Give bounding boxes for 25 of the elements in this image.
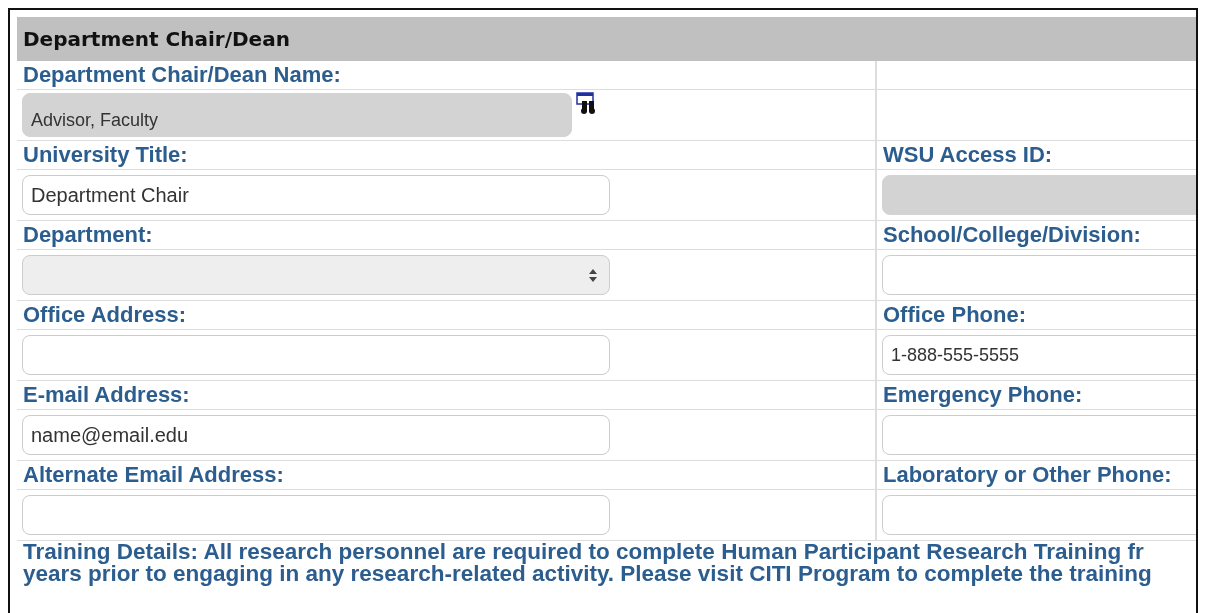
training-note: Training Details: All research personnel are required to complete Human Participant Research Training fr bbox=[23, 541, 1144, 563]
field-label: University Title: bbox=[23, 142, 188, 168]
field-label: Department: bbox=[23, 222, 153, 248]
field-label: Emergency Phone: bbox=[883, 382, 1083, 408]
field-label: Department Chair/Dean Name: bbox=[23, 62, 341, 88]
field-label: Alternate Email Address: bbox=[23, 462, 284, 488]
text-field[interactable] bbox=[882, 495, 1196, 535]
section-header: Department Chair/Dean bbox=[17, 17, 1196, 61]
field-label: Laboratory or Other Phone: bbox=[883, 462, 1172, 488]
training-note: years prior to engaging in any research-related activity. Please visit CITI Program to complete the training bbox=[23, 563, 1152, 585]
field-label: WSU Access ID: bbox=[883, 142, 1053, 168]
field-label: Office Address: bbox=[23, 302, 186, 328]
text-field[interactable] bbox=[882, 255, 1196, 295]
text-field[interactable] bbox=[22, 495, 610, 535]
text-field[interactable] bbox=[22, 335, 610, 375]
field-label: Office Phone: bbox=[883, 302, 1026, 328]
readonly-field[interactable] bbox=[882, 175, 1196, 215]
select-arrows-icon bbox=[589, 268, 597, 282]
field-label: School/College/Division: bbox=[883, 222, 1141, 248]
text-field[interactable] bbox=[882, 415, 1196, 455]
field-label: E-mail Address: bbox=[23, 382, 190, 408]
readonly-field[interactable]: Advisor, Faculty bbox=[22, 93, 572, 137]
text-field[interactable]: name@email.edu bbox=[22, 415, 610, 455]
text-field[interactable]: 1-888-555-5555 bbox=[882, 335, 1196, 375]
text-field[interactable]: Department Chair bbox=[22, 175, 610, 215]
